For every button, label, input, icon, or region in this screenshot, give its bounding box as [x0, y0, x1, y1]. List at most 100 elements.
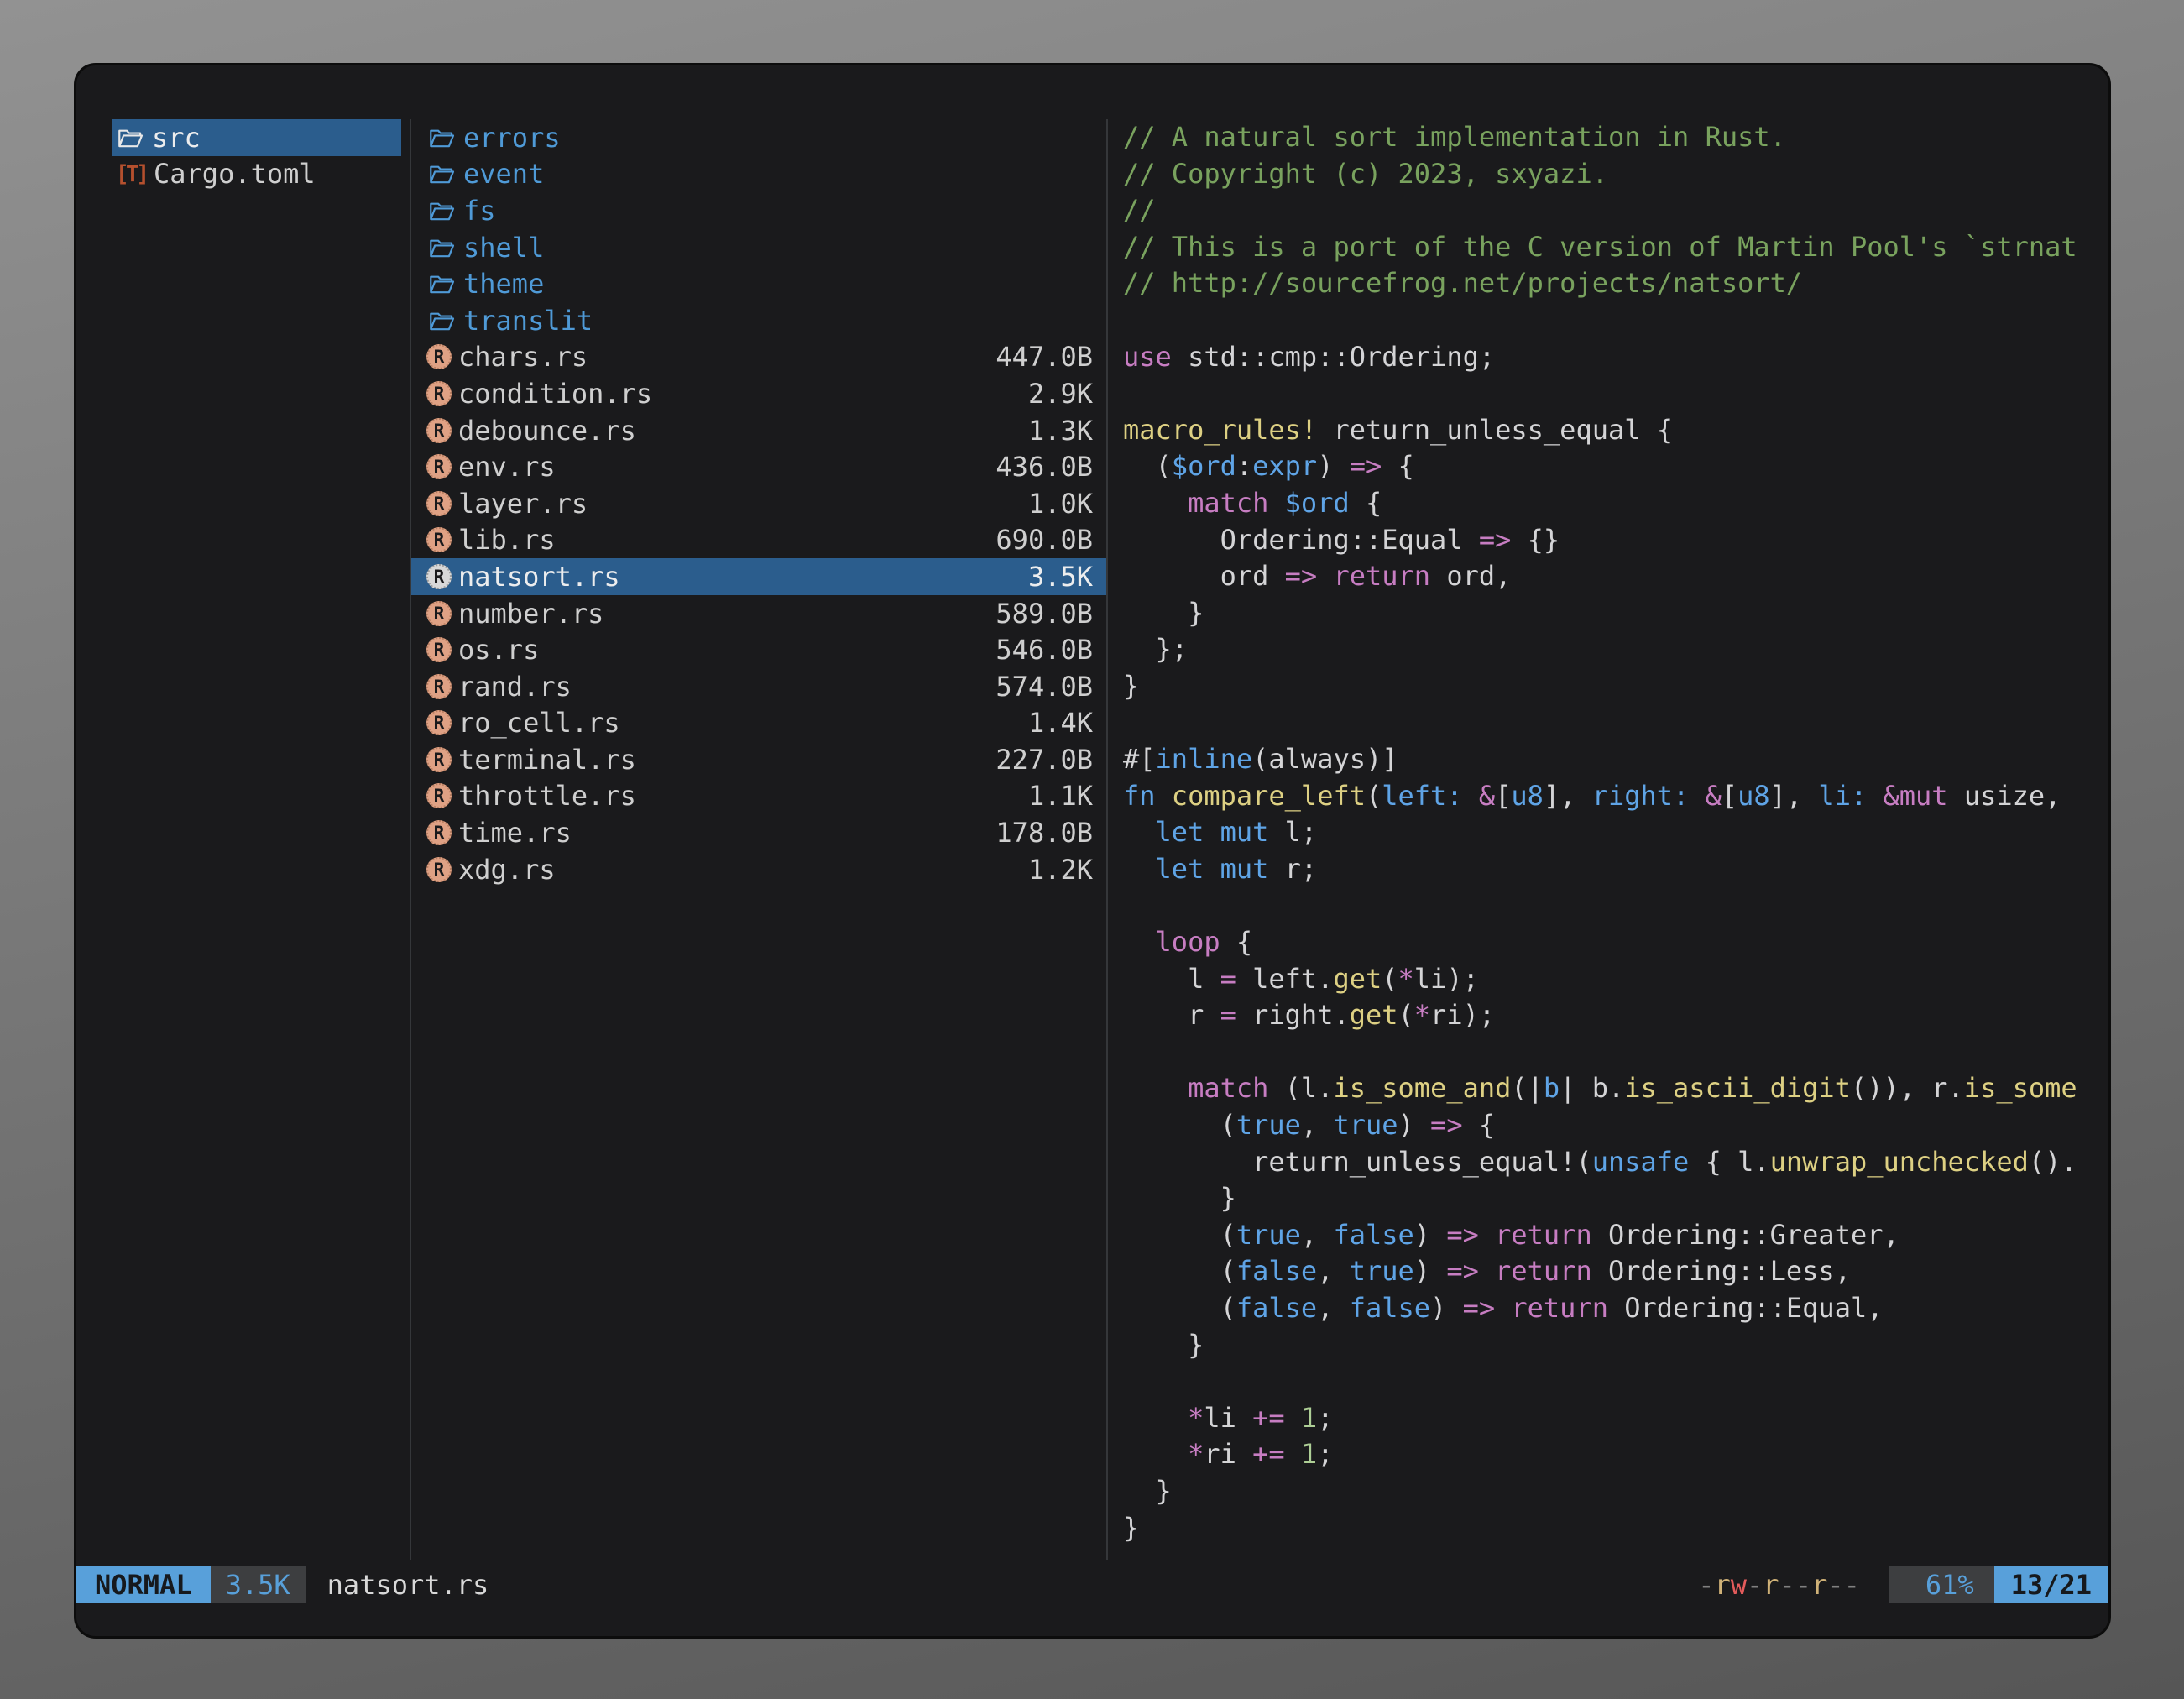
code-line: let mut r;	[1123, 851, 2102, 888]
file-row[interactable]: Ros.rs546.0B	[411, 631, 1106, 668]
file-size: 1.2K	[1028, 854, 1093, 886]
folder-icon	[115, 126, 145, 149]
code-line: *ri += 1;	[1123, 1436, 2102, 1473]
file-size: 1.0K	[1028, 488, 1093, 520]
file-row[interactable]: Rnumber.rs589.0B	[411, 595, 1106, 632]
code-line: // Copyright (c) 2023, sxyazi.	[1123, 156, 2102, 193]
rust-icon: R	[426, 454, 452, 479]
file-name: env.rs	[458, 451, 556, 483]
code-line: //	[1123, 192, 2102, 229]
code-line: match (l.is_some_and(|b| b.is_ascii_digi…	[1123, 1070, 2102, 1107]
file-size: 589.0B	[995, 598, 1093, 630]
code-line: // http://sourcefrog.net/projects/natsor…	[1123, 265, 2102, 302]
file-name: src	[152, 122, 201, 154]
mode-indicator: NORMAL	[76, 1566, 211, 1603]
file-row[interactable]: Rrand.rs574.0B	[411, 668, 1106, 705]
code-line: (false, false) => return Ordering::Equal…	[1123, 1290, 2102, 1327]
file-size: 690.0B	[995, 524, 1093, 556]
file-row[interactable]: Rchars.rs 447.0B	[411, 339, 1106, 376]
parent-pane: src[T] Cargo.toml	[76, 119, 410, 1560]
file-name: rand.rs	[458, 671, 572, 703]
rust-icon: R	[426, 491, 452, 516]
folder-row[interactable]: theme	[411, 265, 1106, 302]
folder-row[interactable]: fs	[411, 192, 1106, 229]
file-row[interactable]: Rlib.rs690.0B	[411, 522, 1106, 559]
code-line: }	[1123, 1510, 2102, 1547]
file-row[interactable]: Rcondition.rs 2.9K	[411, 375, 1106, 412]
file-name: condition.rs	[458, 378, 652, 410]
rust-icon: R	[426, 637, 452, 662]
file-name: chars.rs	[458, 341, 588, 373]
status-filename: natsort.rs	[327, 1569, 489, 1601]
file-row[interactable]: Rxdg.rs 1.2K	[411, 851, 1106, 888]
file-name: time.rs	[458, 817, 572, 849]
code-line: let mut l;	[1123, 814, 2102, 851]
file-permissions: -rw-r--r--	[1698, 1569, 1860, 1601]
code-line: }	[1123, 1180, 2102, 1217]
code-line: }	[1123, 668, 2102, 705]
file-name: throttle.rs	[458, 780, 636, 812]
file-row[interactable]: Rthrottle.rs1.1K	[411, 778, 1106, 815]
file-name: xdg.rs	[458, 854, 556, 886]
rust-icon: R	[426, 344, 452, 369]
file-row[interactable]: Rterminal.rs227.0B	[411, 741, 1106, 778]
folder-icon	[426, 199, 457, 222]
code-line: // A natural sort implementation in Rust…	[1123, 119, 2102, 156]
folder-icon	[426, 309, 457, 332]
file-name: debounce.rs	[458, 415, 636, 447]
file-row[interactable]: Rdebounce.rs1.3K	[411, 412, 1106, 449]
folder-row[interactable]: errors	[411, 119, 1106, 156]
file-row[interactable]: Rlayer.rs 1.0K	[411, 485, 1106, 522]
rust-icon: R	[426, 857, 452, 882]
file-name: theme	[463, 268, 544, 300]
file-row[interactable]: Rnatsort.rs3.5K	[411, 558, 1106, 595]
file-row[interactable]: Renv.rs 436.0B	[411, 448, 1106, 485]
file-size: 2.9K	[1028, 378, 1093, 410]
file-name: layer.rs	[458, 488, 588, 520]
code-line: };	[1123, 631, 2102, 668]
code-line: return_unless_equal!(unsafe { l.unwrap_u…	[1123, 1144, 2102, 1181]
folder-row[interactable]: src	[112, 119, 401, 156]
code-line: use std::cmp::Ordering;	[1123, 339, 2102, 376]
code-line	[1123, 1363, 2102, 1400]
code-line	[1123, 1034, 2102, 1071]
code-line: macro_rules! return_unless_equal {	[1123, 412, 2102, 449]
file-name: translit	[463, 305, 593, 337]
code-line: ord => return ord,	[1123, 558, 2102, 595]
panes: src[T] Cargo.toml errorseventfsshelltheme…	[76, 119, 2108, 1560]
cursor-position: 13/21	[1994, 1566, 2108, 1603]
file-size-chip: 3.5K	[211, 1566, 306, 1603]
file-name: Cargo.toml	[154, 158, 316, 190]
status-bar: NORMAL 3.5K natsort.rs -rw-r--r-- 61% 13…	[76, 1566, 2108, 1604]
file-name: os.rs	[458, 634, 539, 666]
code-line: *li += 1;	[1123, 1400, 2102, 1437]
rust-icon: R	[426, 381, 452, 406]
code-line: }	[1123, 595, 2102, 632]
toml-icon: [T]	[115, 161, 147, 187]
code-line	[1123, 887, 2102, 924]
file-row[interactable]: [T] Cargo.toml	[112, 156, 401, 193]
code-line: #[inline(always)]	[1123, 741, 2102, 778]
folder-row[interactable]: shell	[411, 229, 1106, 266]
code-line: match $ord {	[1123, 485, 2102, 522]
current-pane: errorseventfsshellthemetranslitRchars.rs…	[411, 119, 1106, 1560]
folder-row[interactable]: translit	[411, 302, 1106, 339]
rust-icon: R	[426, 418, 452, 443]
file-row[interactable]: Rro_cell.rs1.4K	[411, 705, 1106, 742]
code-line: (false, true) => return Ordering::Less,	[1123, 1253, 2102, 1290]
rust-icon: R	[426, 564, 452, 589]
folder-row[interactable]: event	[411, 156, 1106, 193]
code-line: (true, true) => {	[1123, 1107, 2102, 1144]
code-line: fn compare_left(left: &[u8], right: &[u8…	[1123, 778, 2102, 815]
file-name: event	[463, 158, 544, 190]
file-size: 436.0B	[995, 451, 1093, 483]
file-size: 447.0B	[995, 341, 1093, 373]
file-row[interactable]: Rtime.rs178.0B	[411, 814, 1106, 851]
file-size: 3.5K	[1028, 561, 1093, 593]
file-size: 574.0B	[995, 671, 1093, 703]
rust-icon: R	[426, 601, 452, 626]
rust-icon: R	[426, 527, 452, 552]
file-name: terminal.rs	[458, 744, 636, 776]
file-name: ro_cell.rs	[458, 707, 620, 739]
rust-icon: R	[426, 710, 452, 735]
